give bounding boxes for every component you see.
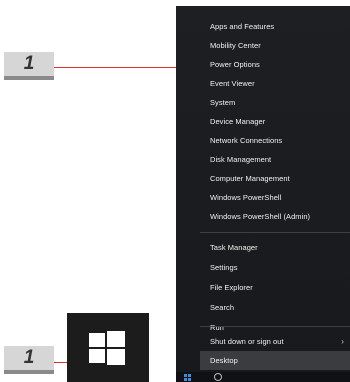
windows-logo-icon[interactable] — [184, 374, 191, 381]
menu-item-computer-management[interactable]: Computer Management — [200, 169, 350, 188]
menu-item-power-options[interactable]: Power Options — [200, 55, 350, 74]
menu-item-system[interactable]: System — [200, 93, 350, 112]
search-icon[interactable] — [214, 373, 222, 381]
menu-item-device-manager[interactable]: Device Manager — [200, 112, 350, 131]
menu-item-mobility-center[interactable]: Mobility Center — [200, 36, 350, 55]
start-button[interactable] — [67, 313, 149, 382]
menu-separator — [200, 326, 350, 327]
menu-group-session: Shut down or sign out › Desktop — [200, 332, 350, 372]
quick-link-menu: Apps and Features Mobility Center Power … — [176, 6, 350, 382]
menu-item-windows-powershell-admin[interactable]: Windows PowerShell (Admin) — [200, 207, 350, 226]
menu-item-settings[interactable]: Settings — [200, 258, 350, 277]
menu-item-desktop[interactable]: Desktop — [200, 351, 350, 370]
step-badge-bottom: 1 — [4, 346, 54, 374]
taskbar — [176, 372, 350, 382]
menu-item-event-viewer[interactable]: Event Viewer — [200, 74, 350, 93]
menu-item-windows-powershell[interactable]: Windows PowerShell — [200, 188, 350, 207]
menu-item-label: Shut down or sign out — [210, 337, 284, 346]
menu-item-disk-management[interactable]: Disk Management — [200, 150, 350, 169]
menu-separator — [200, 232, 350, 233]
menu-item-apps-and-features[interactable]: Apps and Features — [200, 17, 350, 36]
menu-item-shut-down-or-sign-out[interactable]: Shut down or sign out › — [200, 332, 350, 351]
menu-item-search[interactable]: Search — [200, 298, 350, 317]
menu-group-system: Apps and Features Mobility Center Power … — [200, 17, 350, 226]
windows-logo-icon — [89, 331, 125, 365]
step-badge-top: 1 — [4, 52, 54, 80]
menu-item-network-connections[interactable]: Network Connections — [200, 131, 350, 150]
chevron-right-icon: › — [341, 337, 344, 346]
step-badge-label: 1 — [23, 347, 35, 368]
menu-group-tools: Task Manager Settings File Explorer Sear… — [200, 238, 350, 333]
step-badge-label: 1 — [23, 53, 35, 74]
menu-item-file-explorer[interactable]: File Explorer — [200, 278, 350, 297]
menu-item-task-manager[interactable]: Task Manager — [200, 238, 350, 257]
